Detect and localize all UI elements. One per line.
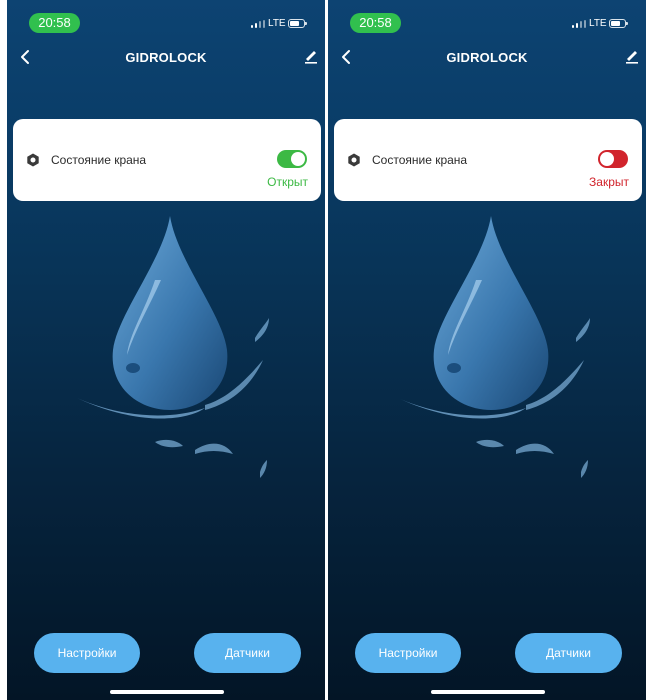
home-indicator[interactable]	[110, 690, 224, 694]
battery-icon	[288, 19, 307, 28]
home-indicator[interactable]	[431, 690, 545, 694]
settings-button[interactable]: Настройки	[34, 633, 140, 673]
screen-valve-closed: 20:58 LTE GIDROLOCK Состояние крана Закр…	[328, 0, 646, 700]
toggle-knob	[600, 152, 614, 166]
screen-valve-open: 20:58 LTE GIDROLOCK Состояние крана Откр…	[7, 0, 325, 700]
water-drop-illustration	[398, 216, 590, 478]
valve-nut-icon	[348, 153, 360, 167]
network-type: LTE	[589, 18, 607, 29]
valve-state-card: Состояние крана Открыт	[13, 119, 321, 201]
status-time: 20:58	[29, 13, 80, 33]
network-type: LTE	[268, 18, 286, 29]
valve-state-text: Открыт	[267, 175, 308, 189]
page-title: GIDROLOCK	[125, 50, 207, 65]
status-time: 20:58	[350, 13, 401, 33]
nav-bar: GIDROLOCK	[7, 42, 325, 72]
settings-button[interactable]: Настройки	[355, 633, 461, 673]
valve-toggle[interactable]	[598, 150, 628, 168]
toggle-knob	[291, 152, 305, 166]
valve-state-label: Состояние крана	[372, 153, 468, 167]
status-bar: 20:58 LTE	[7, 0, 325, 36]
edit-pencil-icon[interactable]	[303, 48, 319, 64]
page-title: GIDROLOCK	[446, 50, 528, 65]
signal-icon	[572, 20, 587, 28]
edit-pencil-icon[interactable]	[624, 48, 640, 64]
battery-icon	[609, 19, 628, 28]
nav-bar: GIDROLOCK	[328, 42, 646, 72]
sensors-button[interactable]: Датчики	[194, 633, 301, 673]
sensors-button[interactable]: Датчики	[515, 633, 622, 673]
water-drop-illustration	[77, 216, 269, 478]
status-bar: 20:58 LTE	[328, 0, 646, 36]
signal-icon	[251, 20, 266, 28]
valve-state-text: Закрыт	[589, 175, 629, 189]
valve-state-label: Состояние крана	[51, 153, 147, 167]
valve-state-card: Состояние крана Закрыт	[334, 119, 642, 201]
valve-nut-icon	[27, 153, 39, 167]
valve-toggle[interactable]	[277, 150, 307, 168]
